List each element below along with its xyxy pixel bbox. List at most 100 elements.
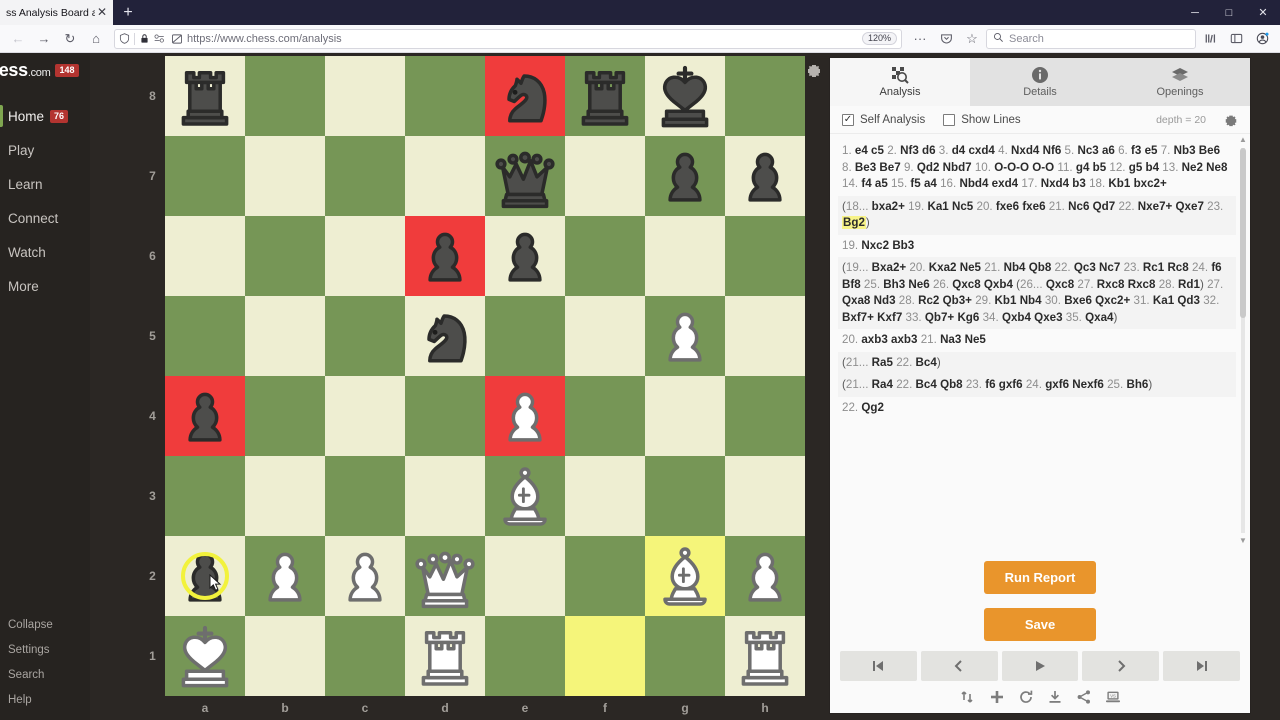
black-pawn-on-h7[interactable] xyxy=(725,136,805,216)
board-square-b7[interactable] xyxy=(245,136,325,216)
pocket-icon[interactable] xyxy=(934,28,958,50)
page-actions-icon[interactable]: ··· xyxy=(908,28,932,50)
scrollbar-thumb[interactable] xyxy=(1240,148,1246,318)
move-g4[interactable]: g4 xyxy=(1076,161,1090,174)
white-pawn-on-c2[interactable] xyxy=(325,536,405,616)
move-Rd1[interactable]: Rd1 xyxy=(1178,278,1200,291)
chesscom-logo[interactable]: hess.com 148 xyxy=(0,55,90,85)
account-icon[interactable] xyxy=(1250,28,1274,50)
board-settings-gear-icon[interactable] xyxy=(806,62,822,78)
vs-computer-icon[interactable]: VS xyxy=(1105,689,1121,705)
board-square-e8[interactable] xyxy=(485,56,565,136)
move-Nexf6[interactable]: Nexf6 xyxy=(1072,378,1104,391)
move-Nxd4[interactable]: Nxd4 xyxy=(1011,144,1039,157)
library-icon[interactable] xyxy=(1198,28,1222,50)
move-Ne5[interactable]: Ne5 xyxy=(965,333,986,346)
board-square-f7[interactable] xyxy=(565,136,645,216)
move-Ra4[interactable]: Ra4 xyxy=(872,378,893,391)
board-square-f8[interactable] xyxy=(565,56,645,136)
board-square-e5[interactable] xyxy=(485,296,565,376)
move-bxc2+[interactable]: bxc2+ xyxy=(1134,177,1167,190)
download-icon[interactable] xyxy=(1047,689,1063,705)
move-Na3[interactable]: Na3 xyxy=(940,333,961,346)
board-square-g4[interactable] xyxy=(645,376,725,456)
move-bxa2+[interactable]: bxa2+ xyxy=(872,200,905,213)
board-square-e6[interactable] xyxy=(485,216,565,296)
reload-icon[interactable]: ↻ xyxy=(58,28,82,50)
board-square-g6[interactable] xyxy=(645,216,725,296)
board-square-f5[interactable] xyxy=(565,296,645,376)
white-rook-on-d1[interactable] xyxy=(405,616,485,696)
move-Be6[interactable]: Be6 xyxy=(1199,144,1220,157)
board-square-d5[interactable] xyxy=(405,296,485,376)
board-square-f2[interactable] xyxy=(565,536,645,616)
move-list[interactable]: 1. e4 c5 2. Nf3 d6 3. d4 cxd4 4. Nxd4 Nf… xyxy=(830,134,1250,547)
move-f6[interactable]: f6 xyxy=(1211,261,1221,274)
move-Kxa2[interactable]: Kxa2 xyxy=(929,261,957,274)
move-Nb4[interactable]: Nb4 xyxy=(1020,294,1042,307)
window-close-icon[interactable]: ✕ xyxy=(1246,0,1280,25)
move-O-O-O[interactable]: O-O-O xyxy=(994,161,1029,174)
sidebar-item-help[interactable]: Help xyxy=(0,687,90,712)
move-fxe6[interactable]: fxe6 xyxy=(996,200,1019,213)
move-Nc3[interactable]: Nc3 xyxy=(1077,144,1098,157)
minimize-icon[interactable]: ─ xyxy=(1178,0,1212,25)
next-move-button[interactable] xyxy=(1082,651,1160,681)
board-square-h1[interactable] xyxy=(725,616,805,696)
move-b4[interactable]: b4 xyxy=(1146,161,1160,174)
move-O-O[interactable]: O-O xyxy=(1032,161,1054,174)
board-square-g2[interactable] xyxy=(645,536,725,616)
move-Rc8[interactable]: Rc8 xyxy=(1167,261,1188,274)
move-a6[interactable]: a6 xyxy=(1102,144,1115,157)
move-Ne5[interactable]: Ne5 xyxy=(960,261,981,274)
move-gxf6[interactable]: gxf6 xyxy=(1045,378,1069,391)
black-rook-on-f8[interactable] xyxy=(565,56,645,136)
board-square-g3[interactable] xyxy=(645,456,725,536)
move-Be7[interactable]: Be7 xyxy=(879,161,900,174)
move-Ne8[interactable]: Ne8 xyxy=(1206,161,1227,174)
board-square-d1[interactable] xyxy=(405,616,485,696)
home-icon[interactable]: ⌂ xyxy=(84,28,108,50)
board-square-g1[interactable] xyxy=(645,616,725,696)
share-icon[interactable] xyxy=(1076,689,1092,705)
black-pawn-on-e6[interactable] xyxy=(485,216,565,296)
maximize-icon[interactable]: □ xyxy=(1212,0,1246,25)
variation-line[interactable]: (21... Ra4 22. Bc4 Qb8 23. f6 gxf6 24. g… xyxy=(838,374,1236,397)
board-square-h2[interactable] xyxy=(725,536,805,616)
variation-line[interactable]: (21... Ra5 22. Bc4) xyxy=(838,351,1236,374)
board-square-a6[interactable] xyxy=(165,216,245,296)
flip-board-icon[interactable] xyxy=(960,689,976,705)
move-e5[interactable]: e5 xyxy=(1145,144,1158,157)
move-Nc5[interactable]: Nc5 xyxy=(952,200,973,213)
board-square-e7[interactable] xyxy=(485,136,565,216)
board-square-c7[interactable] xyxy=(325,136,405,216)
move-f6[interactable]: f6 xyxy=(985,378,995,391)
board-square-b5[interactable] xyxy=(245,296,325,376)
move-Bh6[interactable]: Bh6 xyxy=(1126,378,1148,391)
sidebar-item-search[interactable]: Search xyxy=(0,662,90,687)
move-Qxc2+[interactable]: Qxc2+ xyxy=(1095,294,1130,307)
move-Qg2[interactable]: Qg2 xyxy=(861,401,884,414)
move-f4[interactable]: f4 xyxy=(861,177,871,190)
play-button[interactable] xyxy=(1001,651,1079,681)
board-square-a7[interactable] xyxy=(165,136,245,216)
move-gxf6[interactable]: gxf6 xyxy=(999,378,1023,391)
board-square-h3[interactable] xyxy=(725,456,805,536)
refresh-icon[interactable] xyxy=(1018,689,1034,705)
sidebar-item-watch[interactable]: Watch xyxy=(0,235,90,269)
tracking-protection-icon[interactable] xyxy=(171,33,183,45)
move-Qb3+[interactable]: Qb3+ xyxy=(943,294,972,307)
forward-icon[interactable]: → xyxy=(32,28,56,50)
self-analysis-checkbox[interactable]: ✓ Self Analysis xyxy=(842,113,925,126)
white-pawn-on-e4[interactable] xyxy=(485,376,565,456)
white-queen-on-d2[interactable] xyxy=(405,536,485,616)
move-d6[interactable]: d6 xyxy=(922,144,936,157)
board-square-g7[interactable] xyxy=(645,136,725,216)
board-square-a5[interactable] xyxy=(165,296,245,376)
board-square-f6[interactable] xyxy=(565,216,645,296)
move-Qxe7[interactable]: Qxe7 xyxy=(1176,200,1204,213)
move-b5[interactable]: b5 xyxy=(1093,161,1107,174)
search-input[interactable]: Search xyxy=(986,28,1196,49)
board-square-e2[interactable] xyxy=(485,536,565,616)
board-square-h6[interactable] xyxy=(725,216,805,296)
